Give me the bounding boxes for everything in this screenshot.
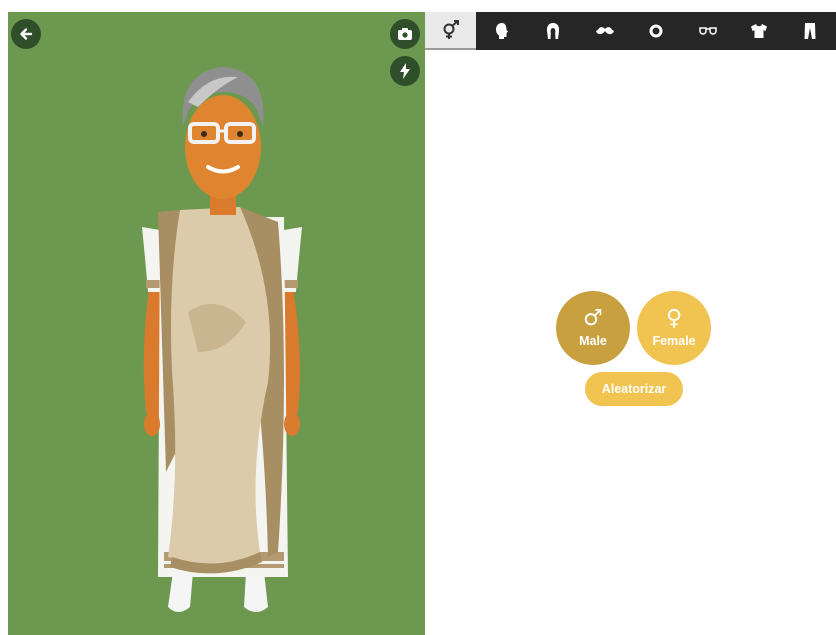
tab-pants[interactable] [785, 12, 836, 50]
avatar-editor: ♂ Male ♀ Female Aleatorizar [0, 0, 836, 635]
male-label: Male [579, 334, 607, 348]
female-label: Female [652, 334, 696, 348]
eye-icon [649, 24, 663, 38]
tab-head[interactable] [476, 12, 527, 50]
avatar-preview [8, 12, 425, 635]
tab-gender[interactable] [425, 12, 477, 50]
tab-glasses[interactable] [682, 12, 733, 50]
head-icon [496, 23, 509, 39]
mustache-icon [595, 27, 614, 35]
tab-facial-hair[interactable] [579, 12, 630, 50]
female-symbol-icon: ♀ [665, 306, 683, 331]
hair-icon [547, 23, 560, 39]
male-button[interactable]: ♂ Male [556, 291, 630, 365]
shirt-icon [750, 24, 767, 38]
tab-eyes[interactable] [631, 12, 682, 50]
tab-shirt[interactable] [733, 12, 784, 50]
avatar-figure [142, 67, 302, 612]
pants-icon [804, 23, 816, 39]
camera-icon [398, 28, 412, 40]
female-button[interactable]: ♀ Female [637, 291, 711, 365]
gender-icon [443, 20, 459, 39]
category-toolbar [425, 12, 836, 50]
flash-button[interactable] [390, 56, 420, 86]
back-button[interactable] [11, 19, 41, 49]
randomize-button[interactable]: Aleatorizar [585, 372, 683, 406]
back-arrow-icon [20, 28, 33, 40]
male-symbol-icon: ♂ [583, 306, 603, 331]
glasses-icon [698, 27, 717, 35]
lightning-icon [400, 63, 410, 79]
tab-hair[interactable] [528, 12, 579, 50]
camera-button[interactable] [390, 19, 420, 49]
